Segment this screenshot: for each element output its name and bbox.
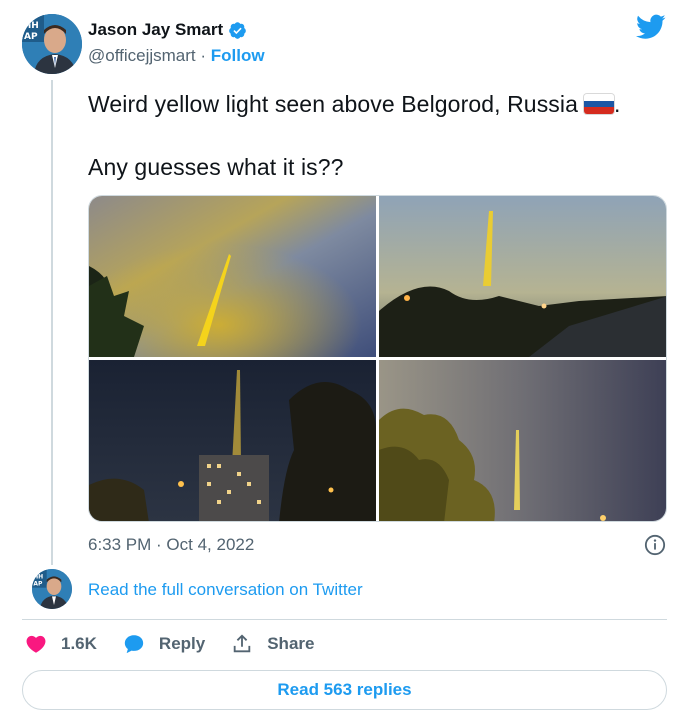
tweet-text-line-1: Weird yellow light seen above Belgorod, … <box>88 91 621 118</box>
tweet-text-period: . <box>614 91 621 117</box>
author-avatar[interactable]: ЧН АР <box>22 14 82 74</box>
read-replies-button[interactable]: Read 563 replies <box>22 670 667 710</box>
svg-text:ЧН: ЧН <box>33 573 43 580</box>
thread-line <box>51 80 53 565</box>
author-handle[interactable]: @officejjsmart <box>88 46 196 65</box>
divider <box>22 619 667 620</box>
like-button[interactable]: 1.6K <box>25 633 97 655</box>
reply-button[interactable]: Reply <box>123 633 205 655</box>
read-conversation-link[interactable]: Read the full conversation on Twitter <box>88 580 363 600</box>
read-replies-label: Read 563 replies <box>277 680 412 699</box>
author-name-text[interactable]: Jason Jay Smart <box>88 20 223 40</box>
info-icon[interactable] <box>644 534 666 556</box>
heart-icon <box>26 635 46 653</box>
conversation-avatar-image: ЧН АР <box>32 569 72 609</box>
tweet-text-2: Any guesses what it is?? <box>88 154 344 180</box>
reply-bubble-icon <box>124 635 144 654</box>
photo-2-image <box>379 196 666 357</box>
share-button[interactable]: Share <box>231 633 314 655</box>
svg-text:АР: АР <box>24 32 38 42</box>
photo-3[interactable] <box>89 360 376 521</box>
conversation-avatar[interactable]: ЧН АР <box>32 569 72 609</box>
photo-2[interactable] <box>379 196 666 357</box>
share-label: Share <box>267 634 315 653</box>
photo-1[interactable] <box>89 196 376 357</box>
photo-1-image <box>89 196 376 357</box>
svg-text:ЧН: ЧН <box>24 21 39 31</box>
tweet-text-1: Weird yellow light seen above Belgorod, … <box>88 91 578 117</box>
photo-grid <box>88 195 667 522</box>
handle-row: @officejjsmart · Follow <box>88 46 265 66</box>
author-avatar-image: ЧН АР <box>22 14 82 74</box>
handle-separator: · <box>200 46 207 65</box>
photo-4[interactable] <box>379 360 666 521</box>
twitter-bird-icon[interactable] <box>636 14 666 40</box>
author-name[interactable]: Jason Jay Smart <box>88 20 247 40</box>
tweet-timestamp[interactable]: 6:33 PM · Oct 4, 2022 <box>88 535 254 555</box>
like-count: 1.6K <box>61 634 97 653</box>
reply-label: Reply <box>158 634 206 653</box>
follow-button[interactable]: Follow <box>211 46 265 65</box>
photo-3-image <box>89 360 376 521</box>
russia-flag-icon <box>584 94 614 114</box>
photo-4-image <box>379 360 666 521</box>
tweet-text-line-2: Any guesses what it is?? <box>88 154 344 181</box>
action-bar: 1.6K Reply Share <box>25 633 340 655</box>
svg-text:АР: АР <box>33 581 43 588</box>
share-icon <box>233 634 251 653</box>
verified-badge-icon <box>229 21 246 39</box>
